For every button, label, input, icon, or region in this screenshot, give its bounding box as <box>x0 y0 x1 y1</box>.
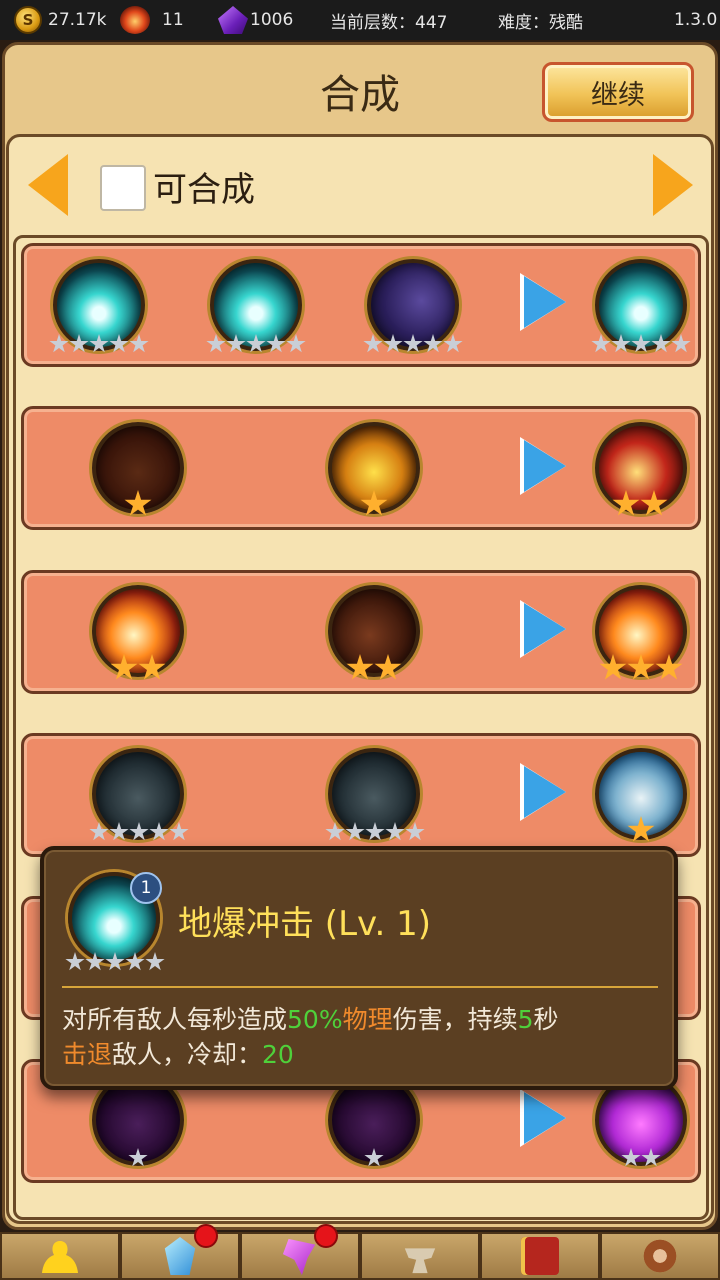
bomb-value: 11 <box>162 10 184 30</box>
nav-anvil[interactable] <box>360 1232 480 1280</box>
nav-settings[interactable] <box>600 1232 720 1280</box>
notification-dot <box>194 1224 218 1248</box>
skill-name: 地爆冲击 (Lv. 1) <box>178 904 432 944</box>
bomb-counter: 11 <box>120 0 184 40</box>
skill-description: 对所有敌人每秒造成50%物理伤害，持续5秒 击退敌人，冷却：20 <box>62 1002 662 1072</box>
desc-text: 对所有敌人每秒造成 <box>62 1005 288 1034</box>
bomb-icon <box>120 6 150 34</box>
star-rating <box>64 952 166 972</box>
level-badge: 1 <box>130 872 162 904</box>
nav-crystal[interactable] <box>120 1224 240 1280</box>
difficulty-label: 难度：残酷 <box>498 12 583 33</box>
bottom-nav <box>0 1224 720 1280</box>
profile-icon <box>41 1237 79 1275</box>
divider <box>62 986 658 988</box>
gold-counter: S 27.17k <box>14 0 107 40</box>
star-rating <box>362 334 464 354</box>
star-rating <box>590 334 692 354</box>
anvil-icon <box>404 1248 436 1274</box>
star-rating <box>621 1148 661 1168</box>
desc-text: 敌人，冷却： <box>112 1040 263 1069</box>
desc-text: 秒 <box>533 1005 559 1034</box>
version-label: 1.3.0 <box>674 10 718 30</box>
star-rating <box>122 490 154 516</box>
nav-book[interactable] <box>480 1232 600 1280</box>
synthesize-arrow-icon[interactable] <box>520 763 568 822</box>
gold-value: 27.17k <box>48 10 107 30</box>
nav-profile[interactable] <box>0 1232 120 1280</box>
floor-label: 当前层数：447 <box>330 12 448 33</box>
star-rating <box>48 334 150 354</box>
crystal-icon <box>164 1237 196 1275</box>
desc-text: 伤害，持续 <box>392 1005 518 1034</box>
damage-type: 物理 <box>342 1005 393 1034</box>
gem-value: 1006 <box>250 10 294 30</box>
gem-counter: 1006 <box>218 0 293 40</box>
gold-coin-icon: S <box>14 6 42 34</box>
star-rating <box>88 822 190 842</box>
synthesize-arrow-icon[interactable] <box>520 273 568 332</box>
star-rating <box>364 1148 384 1168</box>
star-rating <box>324 822 426 842</box>
prev-page-arrow-icon[interactable] <box>28 154 68 216</box>
gear-icon <box>641 1237 679 1275</box>
star-rating <box>128 1148 148 1168</box>
duration-value: 5 <box>517 1005 534 1034</box>
damage-percent: 50% <box>287 1005 343 1034</box>
notification-dot <box>314 1224 338 1248</box>
craftable-filter-label[interactable]: 可合成 <box>153 162 255 211</box>
knockback-text: 击退 <box>62 1040 113 1069</box>
star-rating <box>108 654 168 680</box>
star-rating <box>625 816 657 842</box>
synthesize-arrow-icon[interactable] <box>520 1089 568 1148</box>
star-rating <box>597 654 685 680</box>
status-bar: S 27.17k 11 1006 当前层数：447 难度：残酷 1.3.0 <box>0 0 720 40</box>
synthesize-arrow-icon[interactable] <box>520 600 568 659</box>
cooldown-value: 20 <box>262 1040 294 1069</box>
synthesize-arrow-icon[interactable] <box>520 437 568 496</box>
star-rating <box>610 490 670 516</box>
craftable-filter-checkbox[interactable] <box>100 165 146 211</box>
next-page-arrow-icon[interactable] <box>653 154 693 216</box>
purple-gem-icon <box>218 6 248 34</box>
nav-purple-gem[interactable] <box>240 1224 360 1280</box>
star-rating <box>205 334 307 354</box>
book-icon <box>521 1237 559 1275</box>
star-rating <box>344 654 404 680</box>
star-rating <box>358 490 390 516</box>
continue-button[interactable]: 继续 <box>542 62 694 122</box>
purple-gem-icon <box>282 1238 316 1275</box>
